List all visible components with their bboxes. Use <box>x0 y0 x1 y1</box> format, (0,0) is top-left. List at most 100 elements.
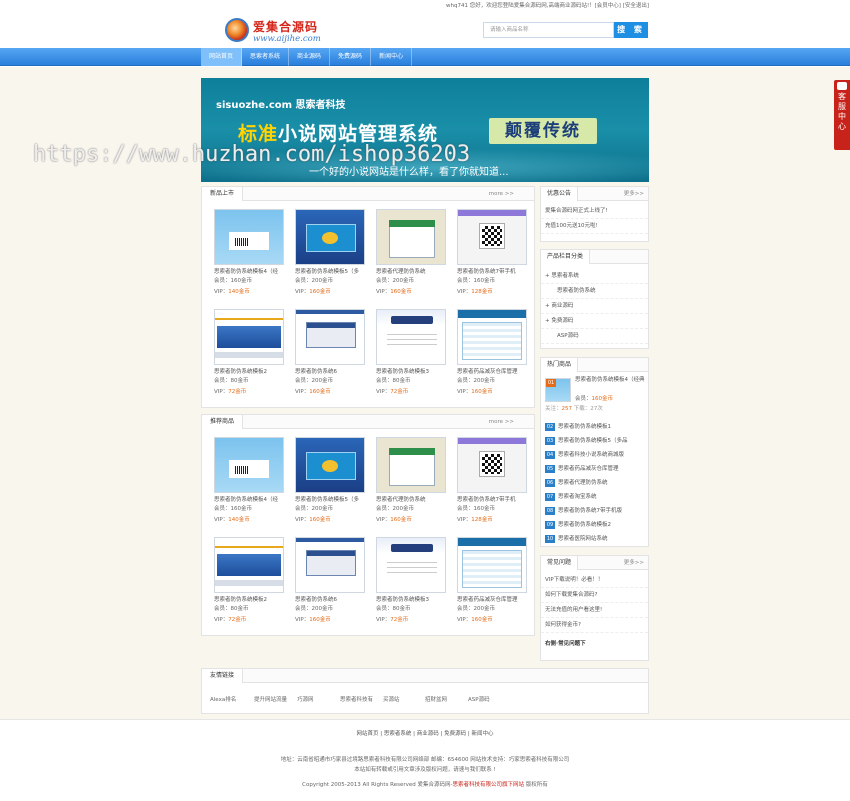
product-name[interactable]: 思索者药品减灰仓库管理 <box>457 596 527 604</box>
nav-commercial-source[interactable]: 商业源码 <box>289 48 331 66</box>
product-thumbnail[interactable] <box>295 537 365 593</box>
product-thumbnail[interactable] <box>457 309 527 365</box>
product-card[interactable]: 思索者防伪系统7带手机 会员：160金币 VIP：128金币 <box>457 437 527 533</box>
product-thumbnail[interactable] <box>295 209 365 265</box>
product-card[interactable]: 思索者防伪系统模板4（经 会员：160金币 VIP：140金币 <box>214 437 284 533</box>
friend-link[interactable]: Alexa排名 <box>210 695 236 703</box>
product-name[interactable]: 思索者防伪系统模板3 <box>376 368 446 376</box>
friend-link[interactable]: 招财盆网 <box>425 695 447 703</box>
friend-link[interactable]: 巧源网 <box>297 695 314 703</box>
nav-free-source[interactable]: 免费源码 <box>330 48 372 66</box>
product-card[interactable]: 思索者防伪系统模板2 会员：80金币 VIP：72金币 <box>214 309 284 405</box>
hot-item[interactable]: 02 思索者防伪系统模板1 <box>541 420 648 434</box>
product-name[interactable]: 思索者防伪系统模板4（经 <box>214 496 284 504</box>
hot-item-name[interactable]: 思索者淘宝系统 <box>558 494 597 500</box>
product-card[interactable]: 思索者防伪系统模板4（经 会员：160金币 VIP：140金币 <box>214 209 284 305</box>
product-thumbnail[interactable] <box>457 209 527 265</box>
hot-item[interactable]: 05 思索者药品减灰仓库管理 <box>541 462 648 476</box>
product-card[interactable]: 思索者防伪系统模板3 会员：80金币 VIP：72金币 <box>376 309 446 405</box>
product-thumbnail[interactable] <box>214 309 284 365</box>
product-name[interactable]: 思索者药品减灰仓库管理 <box>457 368 527 376</box>
hot-item-name[interactable]: 思索者代理防伪系统 <box>558 480 608 486</box>
product-thumbnail[interactable] <box>376 309 446 365</box>
friend-link[interactable]: ASP源码 <box>468 695 490 703</box>
hot-item[interactable]: 04 思索者科技小说系统商城版 <box>541 448 648 462</box>
product-card[interactable]: 思索者防伪系统模板5（多 会员：200金币 VIP：160金币 <box>295 437 365 533</box>
notice-more-link[interactable]: 更多>> <box>624 187 644 201</box>
product-thumbnail[interactable] <box>214 537 284 593</box>
product-thumbnail[interactable] <box>457 437 527 493</box>
faq-item[interactable]: 如何下载爱集合源码? <box>541 588 648 603</box>
nav-news[interactable]: 新闻中心 <box>371 48 413 66</box>
category-item[interactable]: + 免费源码 <box>541 314 648 329</box>
new-products-more-link[interactable]: more >> <box>489 187 514 201</box>
hot-item[interactable]: 08 思索者防伪系统7带手机版 <box>541 504 648 518</box>
category-item[interactable]: + 思索者系统 <box>541 269 648 284</box>
hot-item[interactable]: 09 思索者防伪系统模板2 <box>541 518 648 532</box>
hot-top-thumbnail[interactable]: 01 <box>545 378 571 402</box>
notice-item[interactable]: 充值100元送10元啦! <box>541 219 648 234</box>
product-name[interactable]: 思索者代理防伪系统 <box>376 268 446 276</box>
product-name[interactable]: 思索者防伪系统7带手机 <box>457 268 527 276</box>
friend-link[interactable]: 思索者科技有 <box>340 695 373 703</box>
hot-item-name[interactable]: 思索者防伪系统模板1 <box>558 424 611 430</box>
product-card[interactable]: 思索者药品减灰仓库管理 会员：200金币 VIP：160金币 <box>457 309 527 405</box>
friend-link[interactable]: 提升网站流量 <box>254 695 287 703</box>
product-name[interactable]: 思索者防伪系统7带手机 <box>457 496 527 504</box>
product-thumbnail[interactable] <box>295 437 365 493</box>
hot-item-name[interactable]: 思索者药品减灰仓库管理 <box>558 466 619 472</box>
product-name[interactable]: 思索者防伪系统6 <box>295 596 365 604</box>
product-name[interactable]: 思索者防伪系统6 <box>295 368 365 376</box>
notice-item[interactable]: 爱集合源码网正式上线了! <box>541 204 648 219</box>
hot-item[interactable]: 06 思索者代理防伪系统 <box>541 476 648 490</box>
search-button[interactable]: 搜 索 <box>614 22 648 38</box>
product-name[interactable]: 思索者防伪系统模板4（经 <box>214 268 284 276</box>
product-thumbnail[interactable] <box>376 437 446 493</box>
hot-item-name[interactable]: 思索者防伪系统模板2 <box>558 522 611 528</box>
product-thumbnail[interactable] <box>295 309 365 365</box>
nav-home[interactable]: 网站首页 <box>201 48 243 66</box>
product-card[interactable]: 思索者防伪系统模板2 会员：80金币 VIP：72金币 <box>214 537 284 633</box>
product-name[interactable]: 思索者防伪系统模板5（多 <box>295 268 365 276</box>
hot-item[interactable]: 07 思索者淘宝系统 <box>541 490 648 504</box>
product-card[interactable]: 思索者代理防伪系统 会员：200金币 VIP：160金币 <box>376 437 446 533</box>
site-logo[interactable]: 爱集合源码 www.aijihe.com <box>225 16 335 46</box>
product-card[interactable]: 思索者防伪系统模板5（多 会员：200金币 VIP：160金币 <box>295 209 365 305</box>
faq-more-link[interactable]: 更多>> <box>624 556 644 570</box>
product-name[interactable]: 思索者防伪系统模板2 <box>214 596 284 604</box>
product-card[interactable]: 思索者防伪系统6 会员：200金币 VIP：160金币 <box>295 309 365 405</box>
hot-item-name[interactable]: 思索者防伪系统模板5（多品 <box>558 438 628 444</box>
product-thumbnail[interactable] <box>376 537 446 593</box>
category-subitem[interactable]: ASP源码 <box>541 329 648 344</box>
product-thumbnail[interactable] <box>376 209 446 265</box>
category-item[interactable]: + 商业源码 <box>541 299 648 314</box>
product-card[interactable]: 思索者防伪系统7带手机 会员：160金币 VIP：128金币 <box>457 209 527 305</box>
product-name[interactable]: 思索者防伪系统模板5（多 <box>295 496 365 504</box>
hot-item-name[interactable]: 思索者防伪系统7带手机版 <box>558 508 622 514</box>
hot-top-item[interactable]: 01 思索者防伪系统模板4（经典 会员：160金币 关注：257 下载：27次 <box>541 372 648 414</box>
recommended-more-link[interactable]: more >> <box>489 415 514 429</box>
product-card[interactable]: 思索者药品减灰仓库管理 会员：200金币 VIP：160金币 <box>457 537 527 633</box>
faq-item[interactable]: 如何获得金币? <box>541 618 648 633</box>
product-name[interactable]: 思索者代理防伪系统 <box>376 496 446 504</box>
product-thumbnail[interactable] <box>214 209 284 265</box>
faq-item[interactable]: VIP下载说明！必看！！ <box>541 573 648 588</box>
friend-link[interactable]: 买源站 <box>383 695 400 703</box>
welcome-text[interactable]: whq741 您好，欢迎您登陆爱集合源码网,高端商业源码站!！[会员中心] [安… <box>446 0 649 12</box>
nav-sisuozhe-system[interactable]: 思索者系统 <box>242 48 290 66</box>
product-card[interactable]: 思索者代理防伪系统 会员：200金币 VIP：160金币 <box>376 209 446 305</box>
product-name[interactable]: 思索者防伪系统模板2 <box>214 368 284 376</box>
product-thumbnail[interactable] <box>214 437 284 493</box>
hot-item[interactable]: 10 思索者医院网站系统 <box>541 532 648 546</box>
product-card[interactable]: 思索者防伪系统6 会员：200金币 VIP：160金币 <box>295 537 365 633</box>
hot-item-name[interactable]: 思索者科技小说系统商城版 <box>558 452 624 458</box>
footer-links[interactable]: 网站首页 | 思索者系统 | 商业源码 | 免费源码 | 新闻中心 <box>0 729 850 737</box>
hot-top-name[interactable]: 思索者防伪系统模板4（经典 <box>575 376 645 384</box>
hot-item-name[interactable]: 思索者医院网站系统 <box>558 536 608 542</box>
search-input[interactable]: 请输入商品名称 <box>483 22 614 38</box>
hot-item[interactable]: 03 思索者防伪系统模板5（多品 <box>541 434 648 448</box>
product-name[interactable]: 思索者防伪系统模板3 <box>376 596 446 604</box>
category-subitem[interactable]: 思索者防伪系统 <box>541 284 648 299</box>
faq-item[interactable]: 无法充值的用户看这里! <box>541 603 648 618</box>
customer-service-tab[interactable]: 客服中心 <box>834 80 850 150</box>
